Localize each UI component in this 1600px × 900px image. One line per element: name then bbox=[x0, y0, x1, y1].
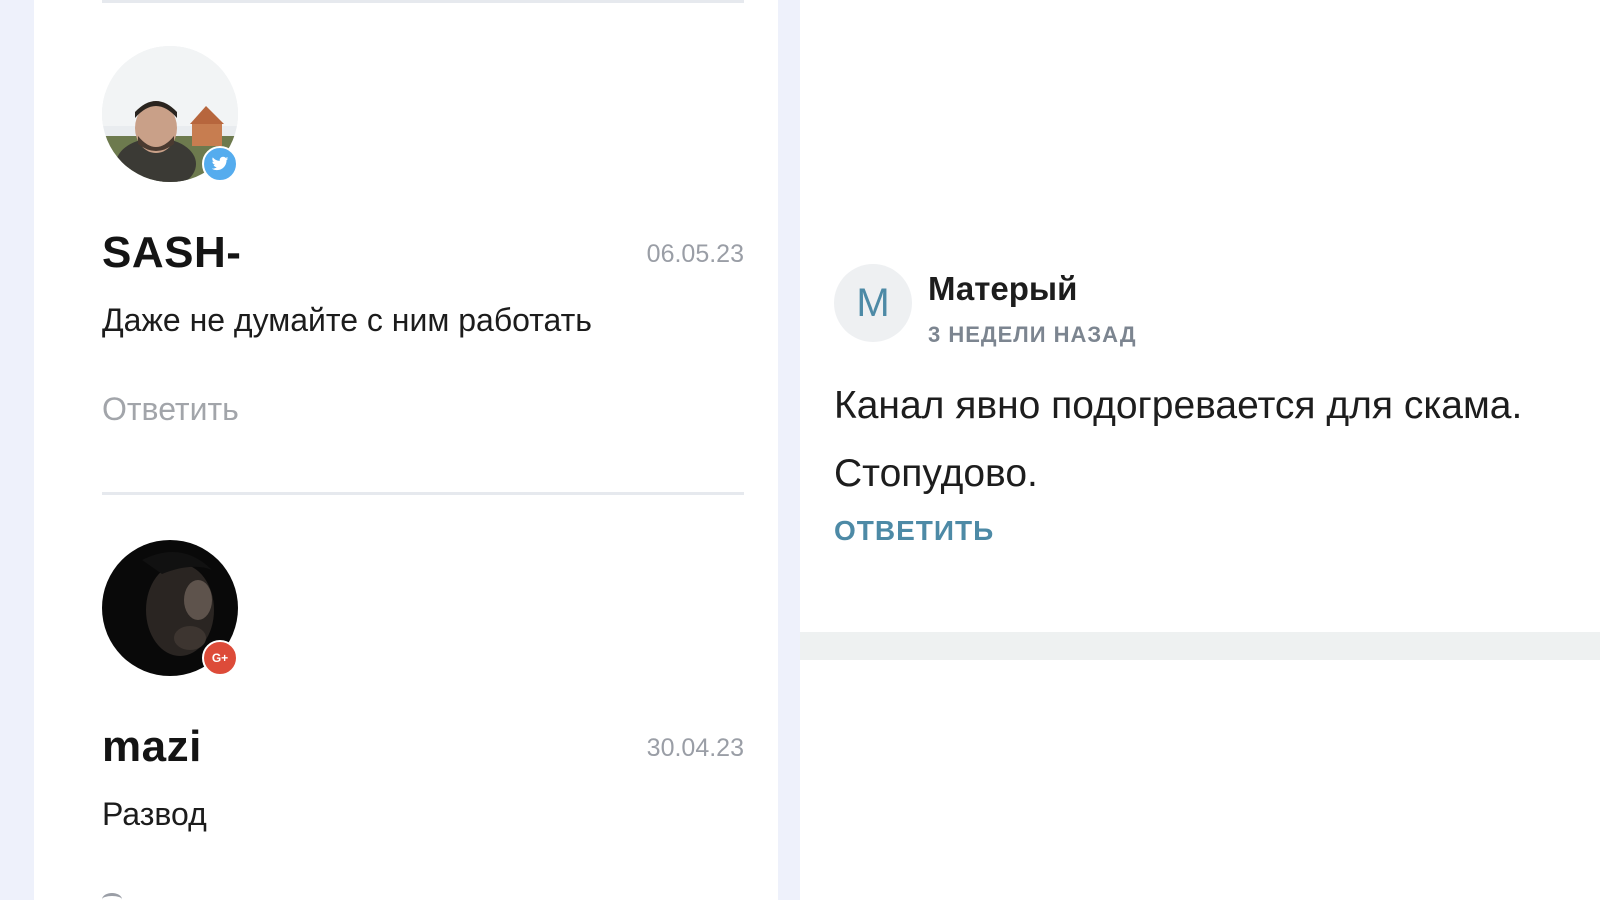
comment-header: mazi 30.04.23 bbox=[102, 722, 744, 772]
comment-text-line: Канал явно подогревается для скама. bbox=[834, 384, 1523, 427]
comments-panel-right: М Матерый 3 НЕДЕЛИ НАЗАД Канал явно подо… bbox=[800, 0, 1600, 900]
comment-text: Развод bbox=[102, 796, 207, 832]
avatar[interactable]: М bbox=[834, 264, 912, 342]
comment-text: Канал явно подогревается для скама. Стоп… bbox=[834, 372, 1594, 508]
twitter-icon bbox=[202, 146, 238, 182]
avatar-wrapper: G+ bbox=[102, 540, 238, 676]
comment-header: SASH- 06.05.23 bbox=[102, 228, 744, 278]
section-separator bbox=[800, 632, 1600, 660]
divider bbox=[102, 492, 744, 495]
divider bbox=[102, 0, 744, 3]
comment-author[interactable]: mazi bbox=[102, 722, 202, 772]
reply-button[interactable]: ОТВЕТИТЬ bbox=[834, 515, 994, 547]
screenshot-collage: SASH- 06.05.23 Даже не думайте с ним раб… bbox=[0, 0, 1600, 900]
comment-item: SASH- 06.05.23 Даже не думайте с ним раб… bbox=[102, 46, 744, 428]
comments-panel-left: SASH- 06.05.23 Даже не думайте с ним раб… bbox=[34, 0, 778, 900]
comment-author[interactable]: Матерый bbox=[928, 270, 1077, 308]
comment-item: G+ mazi 30.04.23 Развод bbox=[102, 540, 744, 833]
google-plus-icon: G+ bbox=[202, 640, 238, 676]
comment-timestamp: 3 НЕДЕЛИ НАЗАД bbox=[928, 322, 1137, 347]
comment-date: 06.05.23 bbox=[646, 240, 744, 268]
comment-date: 30.04.23 bbox=[646, 734, 744, 762]
reply-button-partial[interactable] bbox=[102, 893, 122, 900]
comment-author[interactable]: SASH- bbox=[102, 228, 241, 278]
comment-text-line: Стопудово. bbox=[834, 452, 1038, 495]
avatar-wrapper bbox=[102, 46, 238, 182]
comment-text: Даже не думайте с ним работать bbox=[102, 302, 592, 338]
reply-button[interactable]: Ответить bbox=[102, 391, 744, 428]
